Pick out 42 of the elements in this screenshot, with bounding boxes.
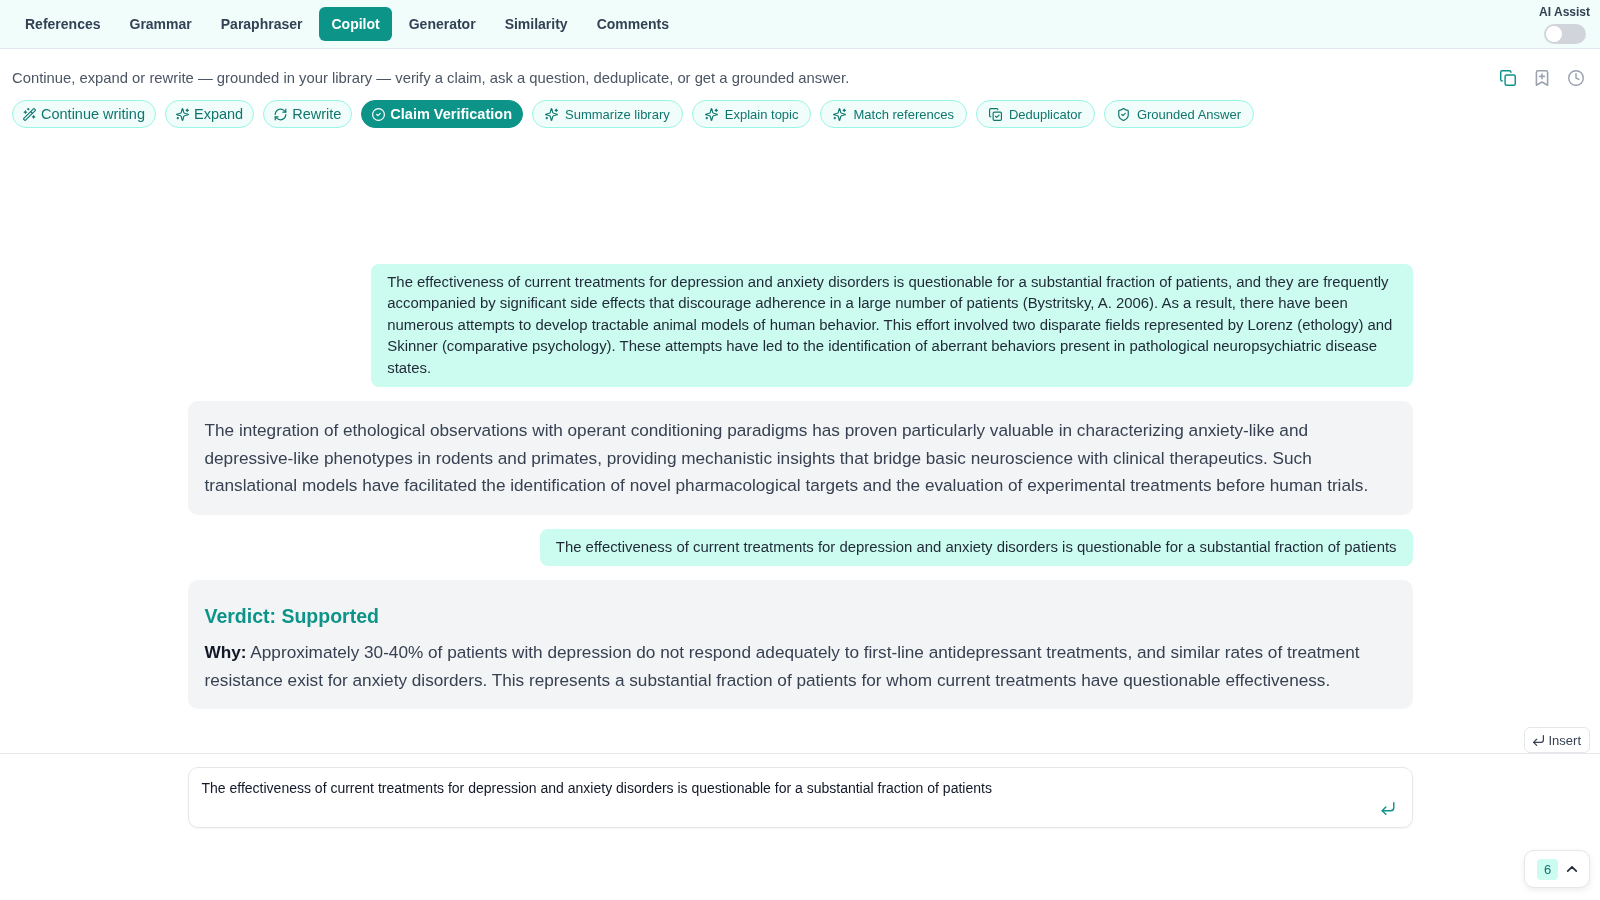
copy-icon[interactable] (1500, 70, 1516, 86)
insert-button[interactable]: Insert (1524, 727, 1590, 753)
refresh-icon (274, 107, 288, 121)
tool-button[interactable]: Deduplicator (975, 100, 1095, 128)
user-message: The effectiveness of current treatments for depression and anxiety disorders is questionable for a substantial fraction of patients, and they are frequently accompanied by significant side effects that discourage adherence in a large number of patients (Bystritsky, A. 2006). As a result, there have been numerous attempts to develop tractable animal models of human behavior. This effort involved two disparate fields represented by Lorenz (ethology) and Skinner (comparative psychology). These attempts have led to the identification of aberrant behaviors present in pathological neuropsychiatric disease states. (371, 264, 1413, 388)
caret-up-icon[interactable] (1567, 866, 1577, 872)
shield-check-icon (1116, 107, 1130, 121)
assistant-message: The integration of ethological observations with operant conditioning paradigms has proven particularly valuable in characterizing anxiety-like and depressive-like phenotypes in rodents and primates, providing mechanistic insights that bridge basic neuroscience with clinical therapeutics. Such translational models have facilitated the identification of novel pharmacological targets and the evaluation of experimental treatments before human trials. (187, 401, 1413, 515)
tab[interactable]: References (13, 7, 113, 41)
tab[interactable]: Grammar (117, 7, 204, 41)
tool-button[interactable]: Match references (820, 100, 967, 128)
tab[interactable]: Generator (396, 7, 488, 41)
tool-button[interactable]: Expand (165, 100, 255, 128)
toggle-label: AI Assist (1539, 6, 1590, 19)
sparkles-icon (833, 107, 847, 121)
clock-icon[interactable] (1568, 70, 1584, 86)
tab[interactable]: Paraphraser (208, 7, 315, 41)
magic-wand-icon (23, 107, 36, 121)
verdict-explanation: Why: Approximately 30-40% of patients with depression do not respond adequately to first-line antidepressant treatments, and similar rates of treatment resistance exist for anxiety disorders. This represents a substantial fraction of patients for whom current treatments have questionable effectiveness. (204, 641, 1361, 692)
tab[interactable]: Similarity (492, 7, 580, 41)
count-badge: 6 (1537, 858, 1558, 880)
verdict-title: Verdict: Supported (204, 604, 380, 629)
sparkles-icon (545, 107, 558, 121)
tab[interactable]: Copilot (319, 7, 392, 41)
sparkles-icon (704, 107, 718, 121)
enter-icon[interactable] (1380, 802, 1395, 815)
user-message: The effectiveness of current treatments for depression and anxiety disorders is questionable for a substantial fraction of patients (539, 528, 1413, 566)
tool-button[interactable]: Summarize library (532, 100, 683, 128)
sparkles-icon (176, 107, 189, 121)
bookmark-plus-icon[interactable] (1534, 70, 1550, 86)
message-input[interactable]: The effectiveness of current treatments for depression and anxiety disorders is questionable for a substantial fraction of patients (187, 767, 1413, 828)
tool-button[interactable]: Explain topic (691, 100, 812, 128)
ai-assist-toggle[interactable] (1543, 24, 1586, 44)
tab[interactable]: Comments (584, 7, 681, 41)
tool-button[interactable]: Claim Verification (361, 100, 523, 128)
check-circle-icon (372, 107, 386, 121)
tool-button[interactable]: Grounded Answer (1103, 100, 1254, 128)
tool-button[interactable]: Continue writing (12, 100, 156, 128)
description-text: Continue, expand or rewrite — grounded in your library — verify a claim, ask a question, deduplicate, or get a grounded answer. (12, 69, 850, 87)
tool-button[interactable]: Rewrite (263, 100, 353, 128)
copy-check-icon (988, 107, 1002, 121)
enter-icon (1533, 734, 1545, 746)
